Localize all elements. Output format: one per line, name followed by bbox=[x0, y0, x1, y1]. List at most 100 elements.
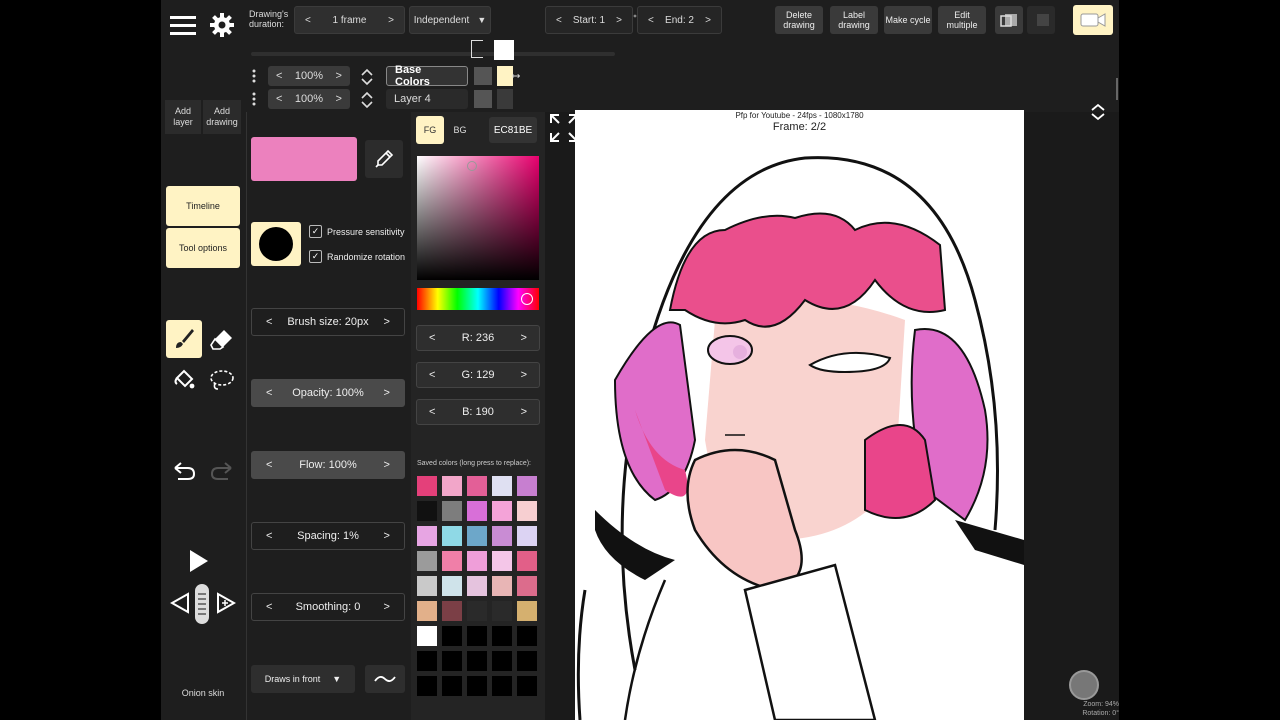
layer-opacity-stepper[interactable]: <100% > bbox=[268, 66, 350, 86]
flow-slider[interactable]: < Flow: 100% > bbox=[251, 451, 405, 479]
slider-decrease[interactable]: < bbox=[266, 530, 272, 542]
eraser-tool-icon[interactable] bbox=[204, 320, 240, 358]
saved-color-swatch[interactable] bbox=[442, 501, 462, 521]
saved-color-swatch[interactable] bbox=[492, 601, 512, 621]
saved-color-swatch[interactable] bbox=[417, 501, 437, 521]
saved-color-swatch[interactable] bbox=[467, 676, 487, 696]
eyedropper-icon[interactable] bbox=[365, 140, 403, 178]
edit-multiple-button[interactable]: Edit multiple bbox=[938, 6, 986, 34]
layer-reorder-icon[interactable] bbox=[360, 68, 374, 91]
blue-stepper[interactable]: < B: 190 > bbox=[416, 399, 540, 425]
saved-color-swatch[interactable] bbox=[417, 626, 437, 646]
hue-handle[interactable] bbox=[521, 293, 533, 305]
saved-color-swatch[interactable] bbox=[467, 651, 487, 671]
saved-color-swatch[interactable] bbox=[467, 576, 487, 596]
brush-shape-preview[interactable] bbox=[251, 222, 301, 266]
stroke-curve-icon[interactable] bbox=[365, 665, 405, 693]
onion-skin-button[interactable]: Onion skin bbox=[165, 680, 241, 706]
saved-color-swatch[interactable] bbox=[467, 501, 487, 521]
brush-size-slider[interactable]: < Brush size: 20px > bbox=[251, 308, 405, 336]
layer-reorder-icon[interactable] bbox=[360, 91, 374, 114]
hex-input[interactable]: EC81BE bbox=[489, 117, 537, 143]
slider-decrease[interactable]: < bbox=[266, 459, 272, 471]
saved-color-swatch[interactable] bbox=[467, 551, 487, 571]
saved-color-swatch[interactable] bbox=[492, 651, 512, 671]
camera-icon[interactable] bbox=[1073, 5, 1113, 35]
start-decrease[interactable]: < bbox=[556, 15, 562, 26]
layer-menu-icon[interactable] bbox=[252, 69, 262, 88]
slider-increase[interactable]: > bbox=[384, 316, 390, 328]
saved-color-swatch[interactable] bbox=[442, 676, 462, 696]
slider-increase[interactable]: > bbox=[384, 387, 390, 399]
slider-decrease[interactable]: < bbox=[266, 601, 272, 613]
saved-color-swatch[interactable] bbox=[467, 601, 487, 621]
saved-color-swatch[interactable] bbox=[442, 626, 462, 646]
collapse-up-down-icon[interactable] bbox=[1087, 102, 1109, 122]
label-drawing-button[interactable]: Label drawing bbox=[830, 6, 878, 34]
gear-icon[interactable] bbox=[205, 8, 239, 42]
saved-color-swatch[interactable] bbox=[417, 551, 437, 571]
layer-opacity-stepper[interactable]: <100% > bbox=[268, 89, 350, 109]
spacing-slider[interactable]: < Spacing: 1% > bbox=[251, 522, 405, 550]
slider-increase[interactable]: > bbox=[384, 601, 390, 613]
layer-menu-icon[interactable] bbox=[252, 92, 262, 111]
saved-color-swatch[interactable] bbox=[517, 551, 537, 571]
saved-color-swatch[interactable] bbox=[442, 526, 462, 546]
saved-color-swatch[interactable] bbox=[492, 501, 512, 521]
layer-name[interactable]: Layer 4 bbox=[386, 89, 468, 109]
layer-visibility-toggle[interactable] bbox=[474, 90, 492, 108]
timeline-button[interactable]: Timeline bbox=[166, 186, 240, 226]
current-color-preview[interactable] bbox=[251, 137, 357, 181]
drawing-canvas[interactable] bbox=[575, 110, 1024, 720]
duration-stepper[interactable]: < 1 frame > bbox=[294, 6, 405, 34]
saved-color-swatch[interactable] bbox=[492, 551, 512, 571]
end-stepper[interactable]: < End: 2 > bbox=[637, 6, 722, 34]
saved-color-swatch[interactable] bbox=[492, 476, 512, 496]
tool-options-button[interactable]: Tool options bbox=[166, 228, 240, 268]
canvas-navigator-knob[interactable] bbox=[1069, 670, 1099, 700]
saved-color-swatch[interactable] bbox=[467, 476, 487, 496]
hue-slider[interactable] bbox=[417, 288, 539, 310]
copy-drawing-icon[interactable] bbox=[995, 6, 1023, 34]
draw-order-dropdown[interactable]: Draws in front ▼ bbox=[251, 665, 355, 693]
layers-scrollbar[interactable] bbox=[1116, 78, 1118, 100]
pressure-sensitivity-checkbox[interactable]: ✓ Pressure sensitivity bbox=[309, 225, 405, 238]
end-increase[interactable]: > bbox=[705, 15, 711, 26]
saved-color-swatch[interactable] bbox=[417, 676, 437, 696]
layer-row[interactable]: <100% > Layer 4 bbox=[246, 89, 616, 111]
saved-color-swatch[interactable] bbox=[492, 626, 512, 646]
start-stepper[interactable]: < Start: 1 > bbox=[545, 6, 633, 34]
undo-icon[interactable] bbox=[167, 454, 201, 488]
previous-frame-icon[interactable] bbox=[167, 586, 193, 620]
saved-color-swatch[interactable] bbox=[467, 626, 487, 646]
frame-scrub-handle[interactable] bbox=[195, 584, 209, 624]
delete-drawing-button[interactable]: Delete drawing bbox=[775, 6, 823, 34]
green-stepper[interactable]: < G: 129 > bbox=[416, 362, 540, 388]
slider-increase[interactable]: > bbox=[384, 459, 390, 471]
smoothing-slider[interactable]: < Smoothing: 0 > bbox=[251, 593, 405, 621]
start-increase[interactable]: > bbox=[616, 15, 622, 26]
saved-color-swatch[interactable] bbox=[417, 476, 437, 496]
saved-color-swatch[interactable] bbox=[517, 626, 537, 646]
opacity-slider[interactable]: < Opacity: 100% > bbox=[251, 379, 405, 407]
saved-color-swatch[interactable] bbox=[442, 601, 462, 621]
saved-color-swatch[interactable] bbox=[517, 576, 537, 596]
next-frame-icon[interactable] bbox=[213, 586, 239, 620]
slider-decrease[interactable]: < bbox=[266, 316, 272, 328]
layer-name[interactable]: Base Colors bbox=[386, 64, 468, 88]
saved-color-swatch[interactable] bbox=[417, 526, 437, 546]
saved-color-swatch[interactable] bbox=[442, 476, 462, 496]
play-icon[interactable] bbox=[187, 544, 211, 578]
lasso-tool-icon[interactable] bbox=[204, 362, 240, 398]
saved-color-swatch[interactable] bbox=[442, 576, 462, 596]
saved-color-swatch[interactable] bbox=[467, 526, 487, 546]
bg-tab[interactable]: BG bbox=[446, 116, 474, 144]
saved-color-swatch[interactable] bbox=[442, 651, 462, 671]
make-cycle-button[interactable]: Make cycle bbox=[884, 6, 932, 34]
slider-increase[interactable]: > bbox=[384, 530, 390, 542]
saved-color-swatch[interactable] bbox=[517, 501, 537, 521]
slider-decrease[interactable]: < bbox=[266, 387, 272, 399]
red-stepper[interactable]: < R: 236 > bbox=[416, 325, 540, 351]
duration-decrease[interactable]: < bbox=[305, 15, 311, 26]
duration-increase[interactable]: > bbox=[388, 15, 394, 26]
